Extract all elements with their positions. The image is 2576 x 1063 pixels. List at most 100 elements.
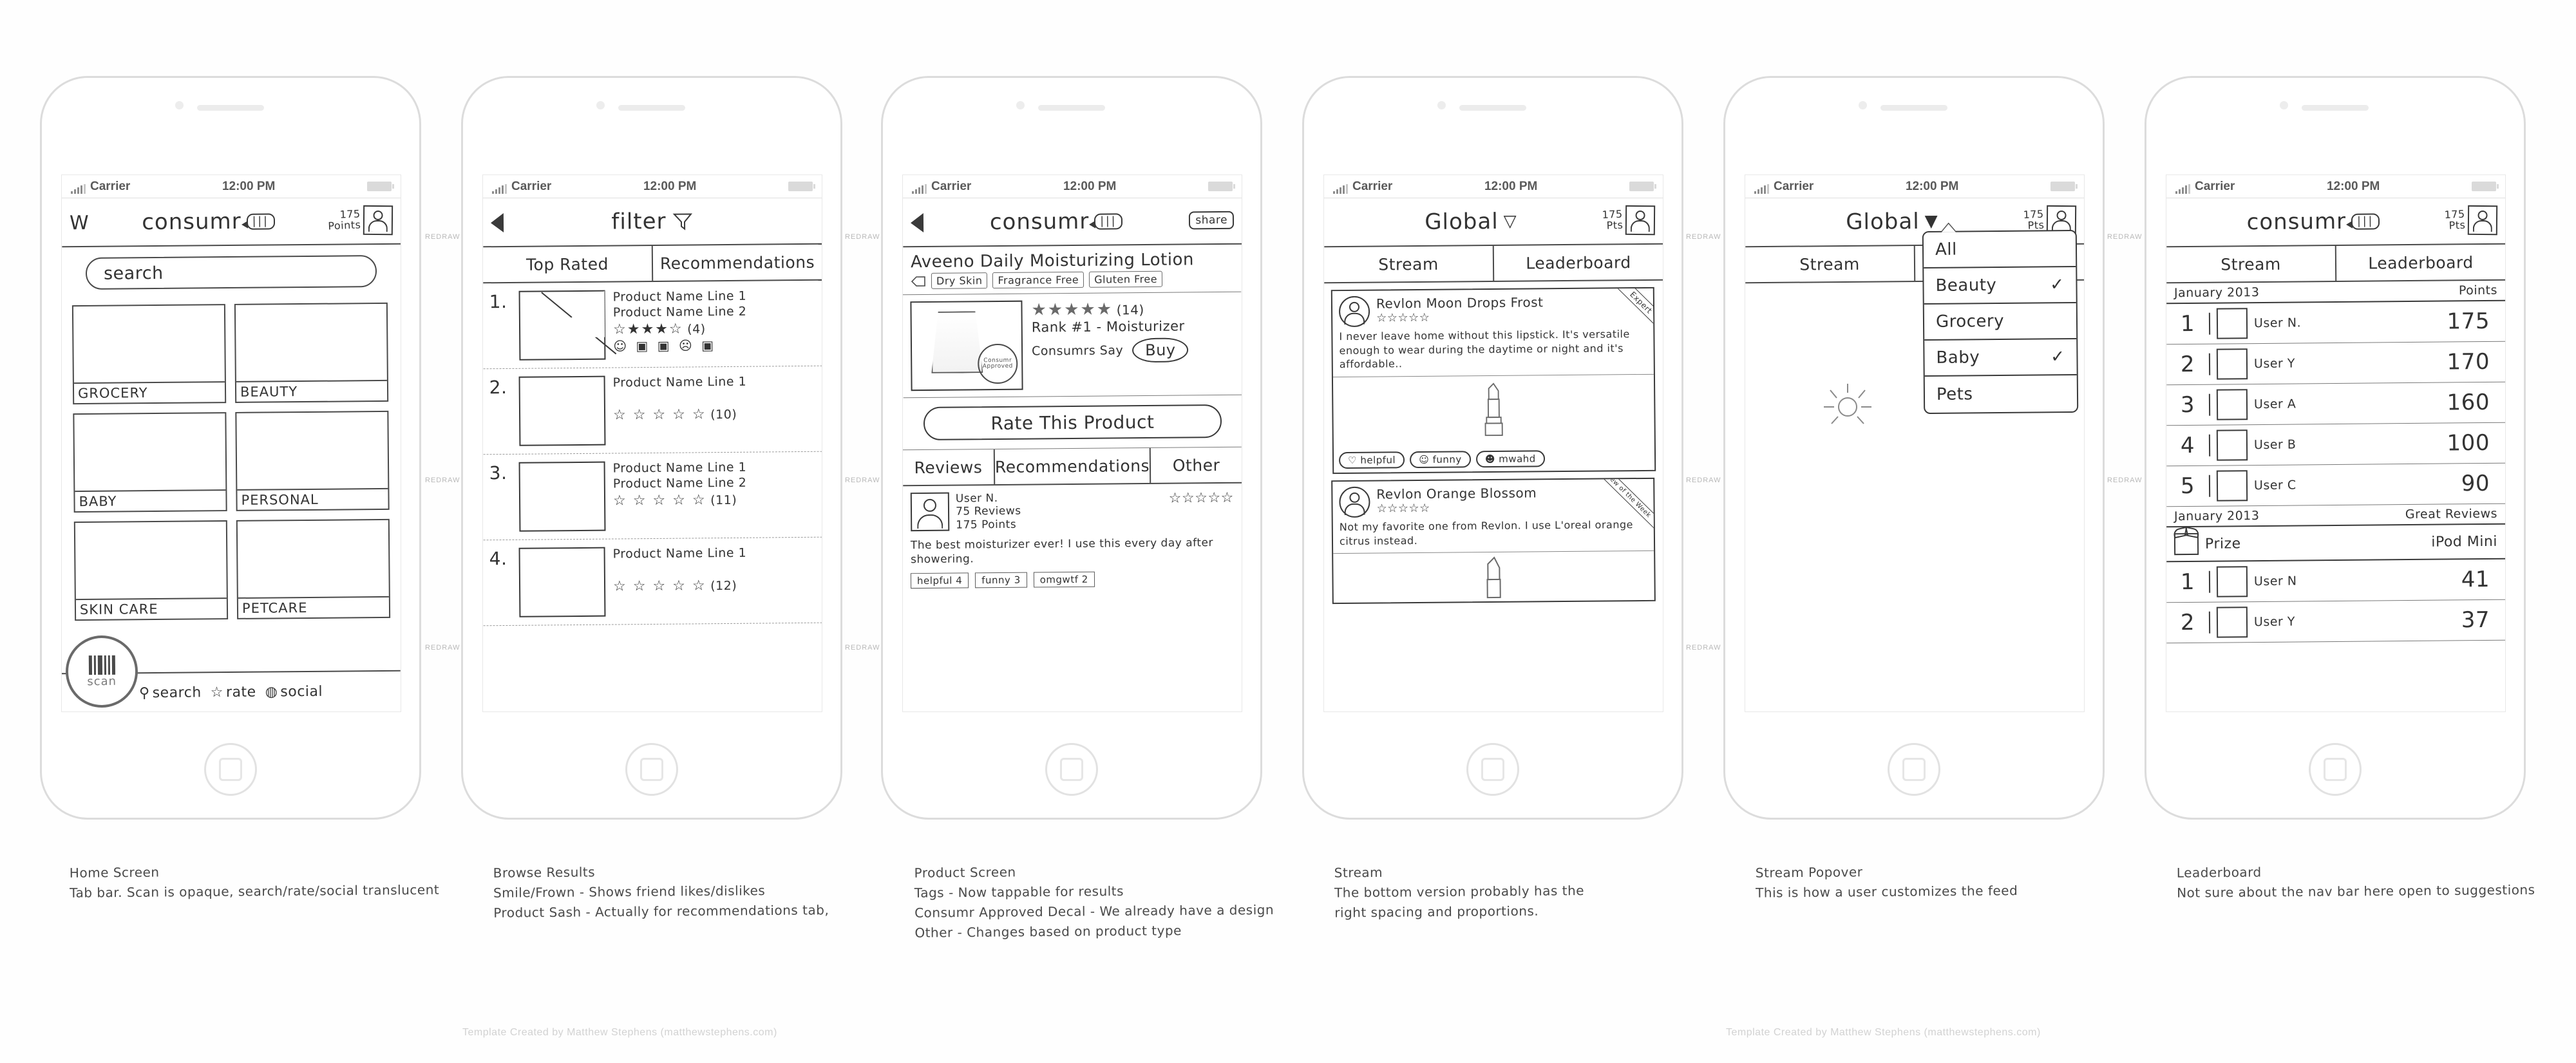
reaction-omgwtf[interactable]: omgwtf 2: [1033, 572, 1095, 588]
home-button[interactable]: [204, 743, 257, 796]
tab-stream[interactable]: Stream: [2166, 246, 2335, 282]
tab-recommendations[interactable]: Recommendations: [651, 244, 822, 281]
leaderboard-row[interactable]: 3 User A 160: [2166, 382, 2505, 426]
avatar[interactable]: [1625, 205, 1656, 236]
category-tile[interactable]: BABY: [73, 412, 227, 513]
funnel-icon[interactable]: [671, 210, 693, 232]
leaderboard-row[interactable]: 1 User N. 175: [2166, 301, 2505, 345]
screen-home: Carrier 12:00 PM W consumr ||| 175 Point…: [61, 174, 401, 712]
search-input[interactable]: search: [85, 255, 377, 290]
avatar: [2216, 308, 2248, 339]
speech-bubble-icon: |||: [2351, 212, 2380, 230]
leaderboard-row[interactable]: 5 User C 90: [2166, 463, 2505, 507]
avatar[interactable]: [1339, 486, 1370, 518]
home-button[interactable]: [625, 743, 678, 796]
popover-item-grocery[interactable]: Grocery: [1924, 303, 2077, 341]
tab-recommendations[interactable]: Recommendations: [993, 447, 1150, 485]
back-arrow-icon[interactable]: [910, 213, 924, 233]
tag-chip[interactable]: Fragrance Free: [992, 271, 1084, 289]
points-badge: 175 Pts: [1602, 207, 1624, 232]
gift-icon: [2174, 532, 2199, 556]
rating-stars: ☆ ☆ ☆ ☆ ☆: [612, 577, 706, 595]
category-tile[interactable]: SKIN CARE: [73, 520, 229, 621]
time-label: 12:00 PM: [1484, 179, 1538, 193]
popover-item-baby[interactable]: Baby ✓: [1924, 339, 2077, 377]
avatar: [2216, 348, 2248, 380]
category-tile[interactable]: GROCERY: [71, 304, 227, 405]
leaderboard-row[interactable]: 1 User N 41: [2166, 559, 2505, 603]
side-label: REDRAW: [1686, 476, 1721, 484]
leaderboard-row[interactable]: 4 User B 100: [2166, 422, 2505, 467]
speech-bubble-icon: |||: [246, 212, 275, 230]
tab-reviews[interactable]: Reviews: [903, 449, 994, 485]
tag-chip[interactable]: Dry Skin: [931, 272, 988, 289]
tab-search[interactable]: ⚲ search: [139, 684, 202, 701]
tab-other[interactable]: Other: [1149, 447, 1242, 483]
tab-stream[interactable]: Stream: [1324, 246, 1493, 282]
leaderboard-row[interactable]: 2 User Y 37: [2166, 599, 2505, 644]
category-tile[interactable]: PERSONAL: [235, 410, 390, 511]
action-mwahd[interactable]: ☻ mwahd: [1475, 450, 1545, 468]
avatar[interactable]: [910, 492, 950, 532]
home-button[interactable]: [1045, 743, 1098, 796]
rating-count: (10): [710, 407, 737, 422]
phone-mockup-browse: Carrier 12:00 PM filter Top Rated Recomm…: [461, 76, 842, 820]
scan-button[interactable]: scan: [65, 635, 138, 708]
action-helpful[interactable]: ♡ helpful: [1338, 451, 1405, 469]
tag-chip[interactable]: Gluten Free: [1089, 270, 1163, 288]
app-title: consumr |||: [990, 208, 1123, 235]
card-image: [1332, 373, 1654, 448]
result-row[interactable]: 3. Product Name Line 1 Product Name Line…: [483, 451, 822, 541]
scope-selector[interactable]: Global ▽: [1425, 209, 1517, 235]
reaction-helpful[interactable]: helpful 4: [910, 572, 969, 589]
card-stars: ☆☆☆☆☆: [1376, 310, 1430, 325]
result-row[interactable]: 1. Product Name Line 1 Product Name Line…: [483, 280, 822, 370]
category-tile[interactable]: BEAUTY: [234, 302, 389, 403]
stream-card[interactable]: Expert Revlon Moon Drops Frost ☆☆☆☆☆ I n…: [1331, 287, 1656, 474]
home-button[interactable]: [1888, 743, 1940, 796]
avatar[interactable]: [2467, 205, 2498, 236]
back-arrow-icon[interactable]: [490, 213, 504, 233]
popover-item-pets[interactable]: Pets: [1925, 375, 2077, 413]
home-button[interactable]: [2309, 743, 2362, 796]
product-rank: Rank #1 - Moisturizer: [1031, 318, 1185, 335]
scope-selector[interactable]: Global ▼: [1846, 209, 1938, 235]
signal-icon: [1754, 183, 1769, 194]
reaction-funny[interactable]: funny 3: [975, 572, 1027, 588]
lotion-tube-illustration: [931, 311, 983, 373]
caption-browse: Browse Results Smile/Frown - Shows frien…: [493, 864, 829, 921]
tab-leaderboard[interactable]: Leaderboard: [2334, 244, 2505, 281]
rate-this-product-button[interactable]: Rate This Product: [923, 404, 1222, 441]
tab-stream[interactable]: Stream: [1745, 246, 1914, 282]
tab-social[interactable]: ◍ social: [265, 683, 323, 700]
prize-label: Prize: [2204, 535, 2241, 552]
popover-item-all[interactable]: All: [1923, 230, 2076, 269]
sunburst-sketch-icon: [1824, 384, 1871, 424]
result-row[interactable]: 2. Product Name Line 1 ☆ ☆ ☆ ☆ ☆ (10): [483, 366, 822, 455]
phone-mockup-leaderboard: Carrier 12:00 PM consumr ||| 175 Pts Str…: [2145, 76, 2526, 820]
result-row[interactable]: 4. Product Name Line 1 ☆ ☆ ☆ ☆ ☆ (12): [483, 537, 822, 626]
avatar[interactable]: [1338, 296, 1370, 328]
rating-count: (11): [710, 493, 737, 507]
category-tile[interactable]: PETCARE: [236, 518, 391, 619]
rating-stars: ☆★★★☆: [612, 321, 683, 338]
tab-leaderboard[interactable]: Leaderboard: [1492, 244, 1663, 281]
product-image[interactable]: Consumr Approved: [910, 300, 1023, 391]
avatar[interactable]: [363, 205, 393, 236]
product-name-line2: Product Name Line 2: [612, 304, 747, 320]
tab-rate[interactable]: ☆ rate: [211, 684, 256, 701]
product-name-line1: Product Name Line 1: [612, 288, 747, 305]
avatar: [2216, 566, 2248, 597]
camera-icon: [1859, 101, 1867, 109]
tab-top-rated[interactable]: Top Rated: [483, 246, 652, 282]
popover-item-beauty[interactable]: Beauty ✓: [1924, 267, 2076, 305]
share-button[interactable]: share: [1189, 211, 1235, 230]
home-button[interactable]: [1466, 743, 1519, 796]
buy-button[interactable]: Buy: [1132, 337, 1189, 363]
leaderboard-row[interactable]: 2 User Y 170: [2166, 341, 2505, 386]
prize-row: Prize iPod Mini: [2166, 524, 2505, 563]
action-funny[interactable]: ☺ funny: [1410, 451, 1471, 468]
earpiece: [1038, 105, 1105, 111]
nav-bar-home: W consumr ||| 175 Points: [62, 196, 401, 248]
stream-card[interactable]: Review of the Week Revlon Orange Blossom…: [1331, 477, 1656, 605]
